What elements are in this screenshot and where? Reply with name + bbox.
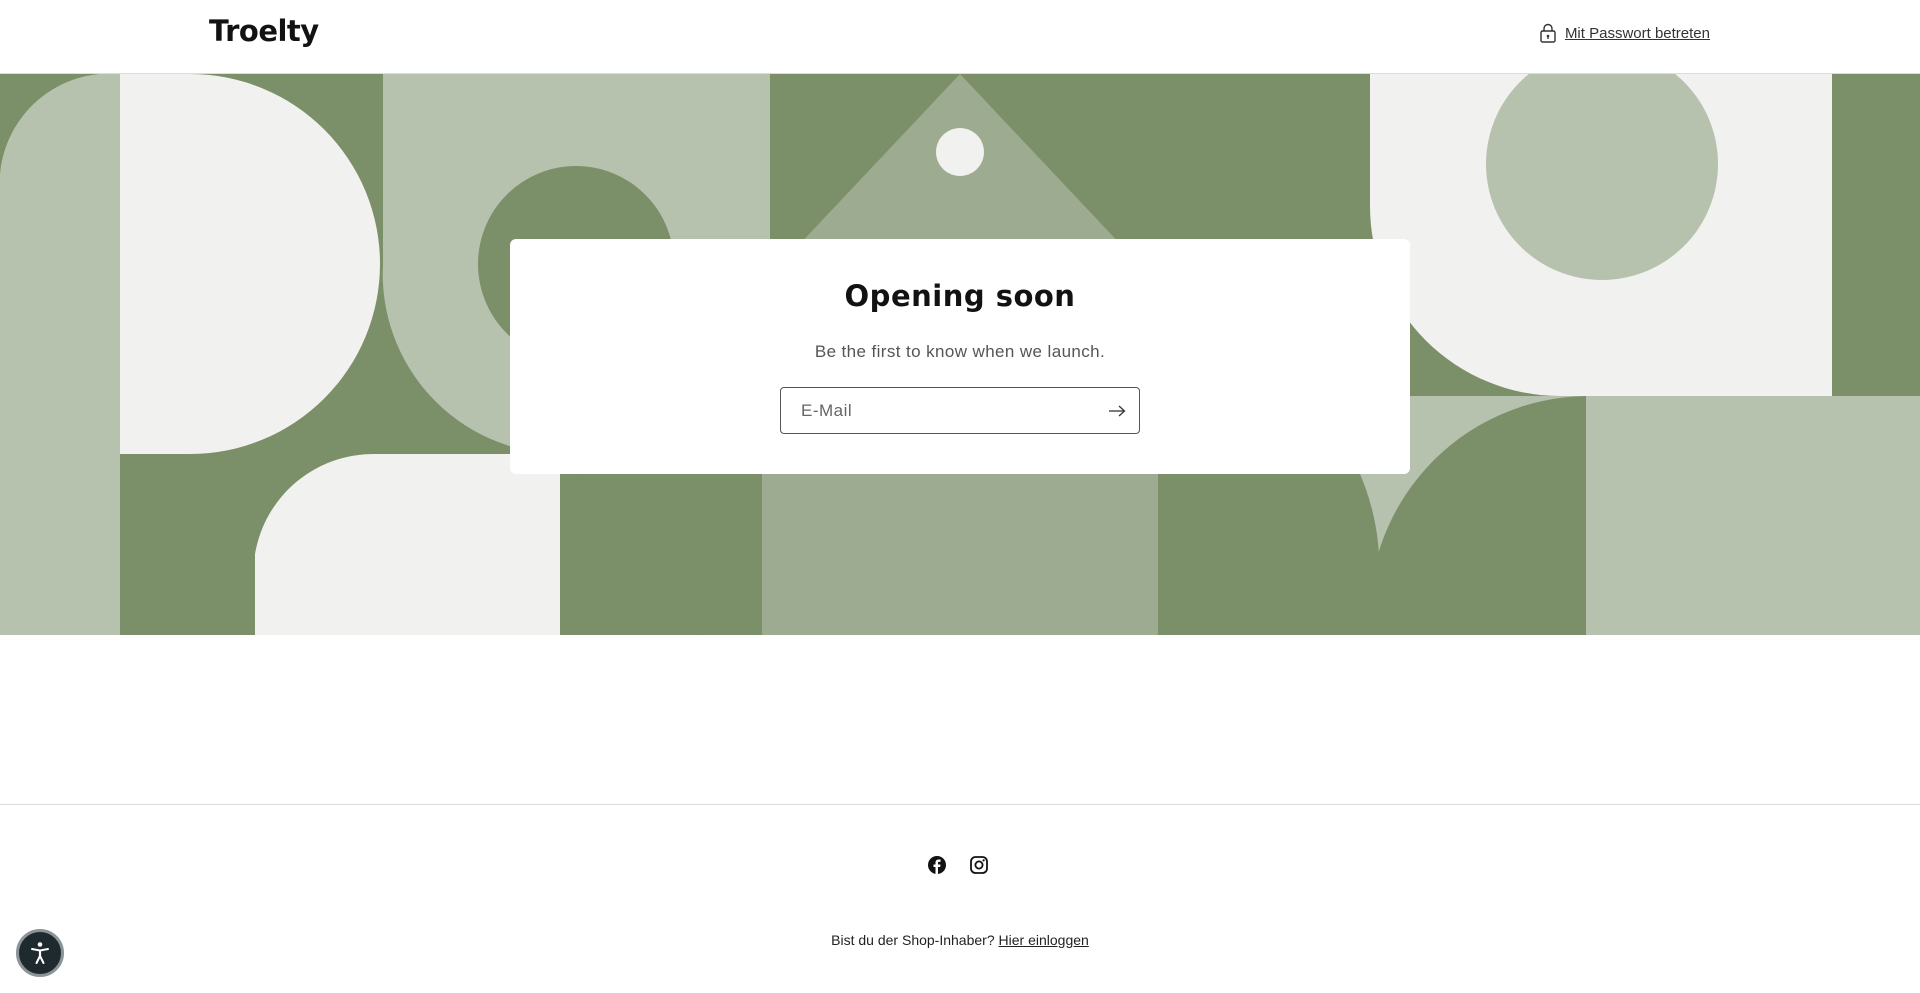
owner-question: Bist du der Shop-Inhaber?	[831, 932, 995, 948]
card-title: Opening soon	[844, 279, 1076, 313]
lock-icon	[1540, 23, 1556, 43]
email-input[interactable]	[781, 388, 1081, 433]
store-logo[interactable]: Troelty	[209, 14, 319, 48]
site-footer: Bist du der Shop-Inhaber? Hier einloggen	[0, 804, 1920, 993]
owner-login-link[interactable]: Hier einloggen	[999, 932, 1089, 948]
password-link-label: Mit Passwort betreten	[1564, 24, 1710, 42]
instagram-icon[interactable]	[969, 855, 989, 875]
shop-owner-line: Bist du der Shop-Inhaber? Hier einloggen	[0, 932, 1920, 948]
site-header: Troelty Mit Passwort betreten	[0, 0, 1920, 74]
social-links	[927, 855, 989, 875]
card-subtitle: Be the first to know when we launch.	[814, 342, 1106, 361]
facebook-icon[interactable]	[927, 855, 947, 875]
email-form	[780, 387, 1140, 434]
submit-email-button[interactable]	[1103, 397, 1131, 425]
opening-soon-card: Opening soon Be the first to know when w…	[510, 239, 1410, 474]
arrow-right-icon	[1109, 405, 1126, 417]
accessibility-icon	[31, 942, 49, 964]
enter-with-password-link[interactable]: Mit Passwort betreten	[1539, 23, 1710, 43]
accessibility-button[interactable]	[16, 929, 64, 977]
hero-banner: Opening soon Be the first to know when w…	[0, 74, 1920, 635]
